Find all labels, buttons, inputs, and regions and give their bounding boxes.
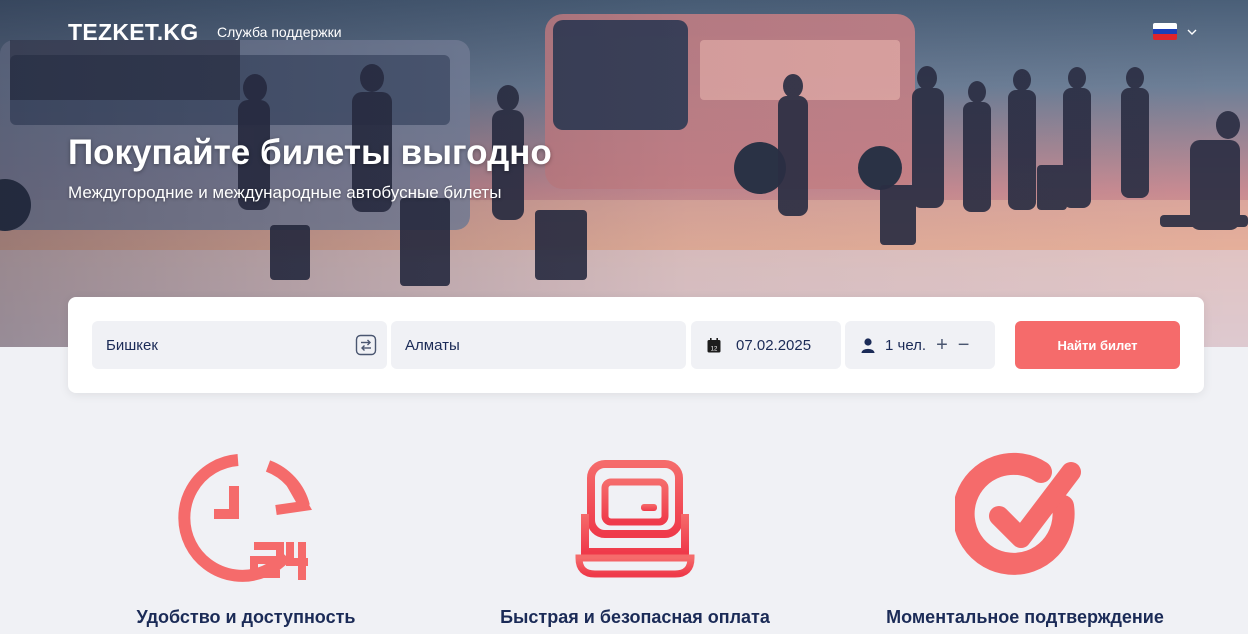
swap-icon[interactable] [355,334,377,356]
calendar-day: 12 [711,346,718,352]
logo[interactable]: TEZKET.KG [68,19,198,46]
card-payment-icon [575,460,695,578]
to-field[interactable]: Алматы [391,321,686,369]
from-field[interactable]: Бишкек [92,321,387,369]
feature-payment: Быстрая и безопасная оплата [455,448,815,627]
feature-label: Моментальное подтверждение [886,607,1164,627]
date-value: 07.02.2025 [736,336,812,354]
add-passenger-button[interactable]: + [936,335,948,355]
search-form: Бишкек Алматы 12 07.02.2025 1 чел. + − Н… [68,297,1204,393]
language-selector[interactable] [1153,23,1197,40]
chevron-down-icon [1187,29,1197,35]
feature-confirmation: Моментальное подтверждение [845,448,1205,627]
from-value: Бишкек [106,336,158,354]
calendar-icon: 12 [707,337,721,352]
hero-subtitle: Междугородние и международные автобусные… [68,183,502,202]
feature-convenience: Удобство и доступность [66,448,426,627]
checkmark-circle-icon [955,452,1081,575]
person-icon [861,337,875,353]
support-link[interactable]: Служба поддержки [217,24,342,40]
hero-title: Покупайте билеты выгодно [68,133,552,172]
feature-label: Быстрая и безопасная оплата [500,607,770,627]
remove-passenger-button[interactable]: − [958,335,970,355]
find-ticket-button[interactable]: Найти билет [1015,321,1180,369]
hero-overlay [0,0,1248,347]
date-field[interactable]: 12 07.02.2025 [691,321,841,369]
to-value: Алматы [405,336,460,354]
ru-flag-icon [1153,23,1177,40]
passengers-field[interactable]: 1 чел. + − [845,321,995,369]
hero-banner [0,0,1248,347]
clock-24-icon [178,454,312,582]
passengers-value: 1 чел. [885,336,927,354]
feature-label: Удобство и доступность [136,607,356,627]
